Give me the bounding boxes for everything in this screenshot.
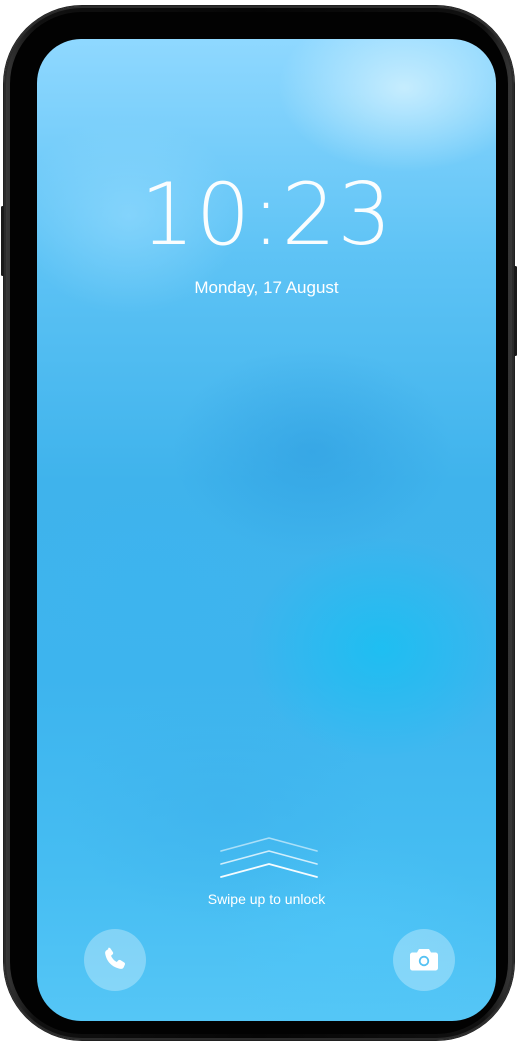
camera-shortcut-button[interactable] bbox=[393, 929, 455, 991]
phone-icon bbox=[105, 947, 126, 969]
clock-time: 10:23 bbox=[140, 165, 393, 265]
clock-date: Monday, 17 August bbox=[194, 278, 339, 297]
unlock-hint: Swipe up to unlock bbox=[207, 891, 326, 907]
phone-shortcut-button[interactable] bbox=[84, 929, 146, 991]
power-button bbox=[514, 266, 517, 356]
volume-button bbox=[1, 206, 4, 276]
lock-screen[interactable]: 10:23 Monday, 17 August Swipe up to unlo… bbox=[37, 39, 496, 1021]
camera-icon bbox=[410, 949, 438, 971]
swipe-up-chevron-icon bbox=[220, 837, 318, 878]
